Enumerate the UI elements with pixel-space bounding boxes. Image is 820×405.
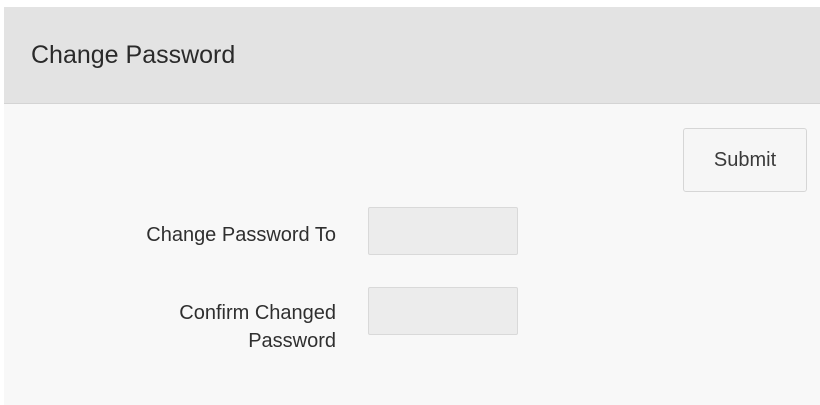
new-password-field[interactable]: [368, 207, 518, 255]
confirm-password-label: Confirm Changed Password: [36, 299, 336, 355]
change-password-panel: Change Password Submit Change Password T…: [4, 7, 820, 405]
confirm-password-field[interactable]: [368, 287, 518, 335]
confirm-password-label-line-1: Confirm Changed: [179, 302, 336, 324]
new-password-label: Change Password To: [146, 224, 336, 246]
panel-header: Change Password: [4, 7, 820, 104]
confirm-password-label-line-2: Password: [248, 330, 336, 352]
submit-button[interactable]: Submit: [683, 128, 807, 192]
page-title: Change Password: [31, 41, 236, 69]
